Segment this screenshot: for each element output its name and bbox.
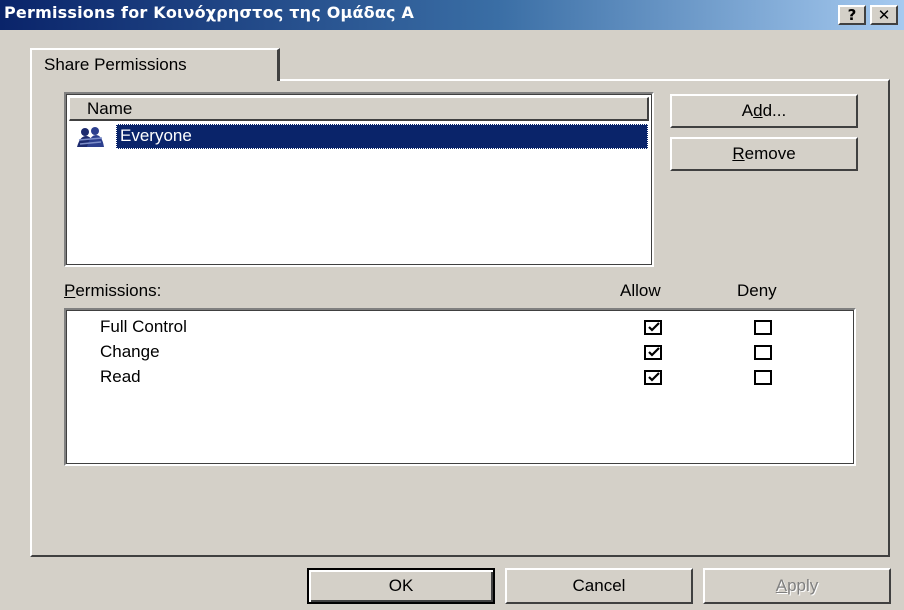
permissions-dialog: Permissions for Κοινόχρηστος της Ομάδας … [0, 0, 904, 610]
deny-checkbox-read[interactable] [754, 370, 772, 385]
remove-label-post: emove [744, 144, 796, 163]
apply-button[interactable]: Apply [703, 568, 891, 604]
apply-label-post: pply [787, 576, 819, 595]
permission-row-change: Change [66, 341, 854, 366]
permissions-list[interactable]: Full Control Change Read [64, 308, 856, 466]
title-bar[interactable]: Permissions for Κοινόχρηστος της Ομάδας … [0, 0, 904, 30]
allow-checkbox-change[interactable] [644, 345, 662, 360]
permission-row-read: Read [66, 366, 854, 391]
remove-button[interactable]: Remove [670, 137, 858, 171]
permission-name: Change [100, 342, 160, 361]
allow-checkbox-full-control[interactable] [644, 320, 662, 335]
remove-label-accel: R [732, 144, 745, 163]
add-button[interactable]: Add... [670, 94, 858, 128]
group-icon [77, 127, 104, 147]
check-icon [648, 372, 660, 382]
deny-checkbox-full-control[interactable] [754, 320, 772, 335]
column-header-name[interactable]: Name [69, 97, 649, 121]
ok-button[interactable]: OK [307, 568, 495, 604]
window-title: Permissions for Κοινόχρηστος της Ομάδας … [4, 3, 415, 22]
deny-checkbox-change[interactable] [754, 345, 772, 360]
tab-label: Share Permissions [44, 55, 187, 74]
add-label-pre: A [741, 101, 754, 120]
user-name-everyone: Everyone [116, 124, 648, 149]
permissions-label: Permissions: [64, 281, 161, 301]
list-item[interactable]: Everyone [74, 124, 648, 150]
permissions-label-accel: P [64, 281, 76, 300]
allow-column-header: Allow [620, 281, 661, 300]
add-label-post: d... [762, 101, 787, 120]
permission-name: Full Control [100, 317, 187, 336]
allow-checkbox-read[interactable] [644, 370, 662, 385]
permission-name: Read [100, 367, 141, 386]
cancel-button[interactable]: Cancel [505, 568, 693, 604]
deny-column-header: Deny [737, 281, 777, 300]
add-label-accel: d [753, 101, 763, 120]
help-button[interactable]: ? [838, 5, 866, 25]
check-icon [648, 322, 660, 332]
check-icon [648, 347, 660, 357]
close-button[interactable]: ✕ [870, 5, 898, 25]
tab-share-permissions[interactable]: Share Permissions [30, 48, 280, 81]
apply-label-accel: A [775, 576, 788, 595]
user-list[interactable]: Name Everyone [64, 92, 654, 267]
permissions-label-rest: ermissions: [75, 281, 162, 300]
column-header-label: Name [87, 99, 133, 118]
permission-row-full-control: Full Control [66, 316, 854, 341]
